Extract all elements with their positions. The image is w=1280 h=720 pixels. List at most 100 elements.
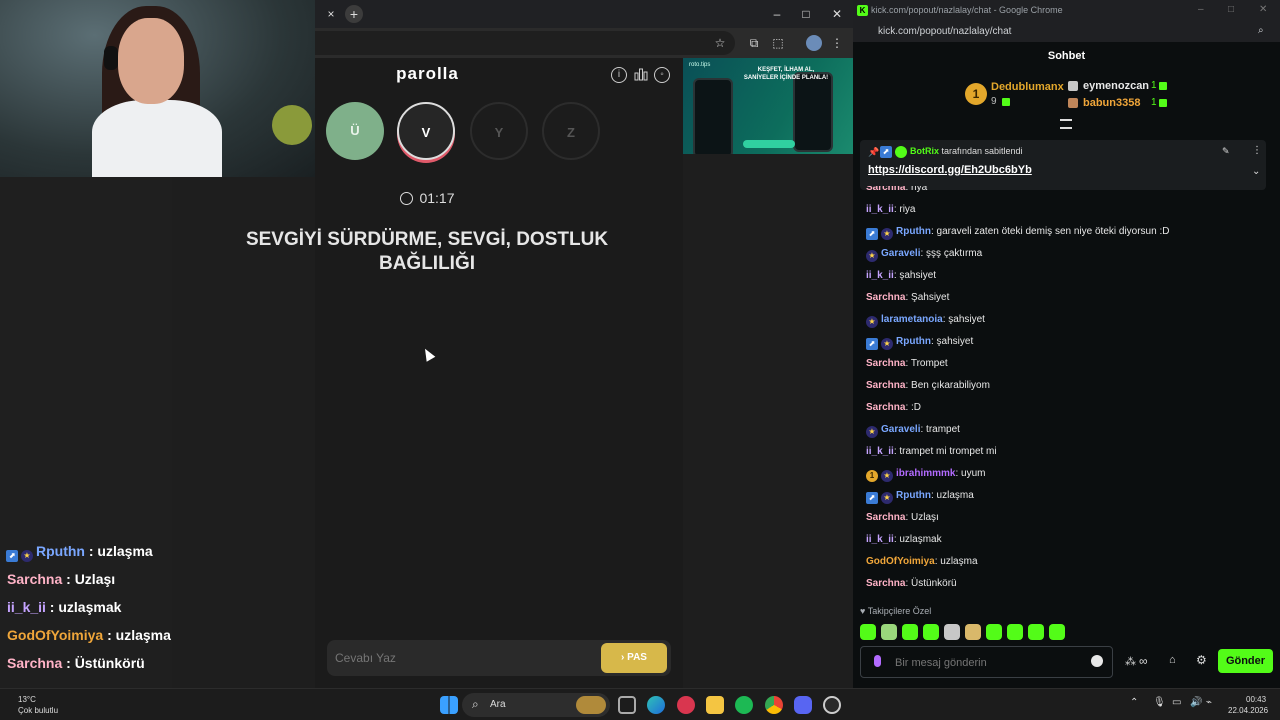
emote-icon[interactable] bbox=[965, 624, 981, 640]
chat-username[interactable]: Sarchna bbox=[866, 380, 905, 391]
chat-username[interactable]: Sarchna bbox=[866, 402, 905, 413]
star-badge-icon: ★ bbox=[881, 492, 893, 504]
chat-username[interactable]: GodOfYoimiya bbox=[866, 556, 935, 567]
chat-message: Sarchna: :D bbox=[866, 402, 921, 413]
letter-circle-done: Ü bbox=[326, 102, 384, 160]
chat-username[interactable]: Sarchna bbox=[866, 578, 905, 589]
chat-username[interactable]: Sarchna bbox=[866, 292, 905, 303]
minimize-button[interactable]: – bbox=[769, 6, 785, 22]
settings-gear-icon[interactable]: ⚙ bbox=[1196, 653, 1207, 667]
emote-icon[interactable] bbox=[1049, 624, 1065, 640]
emote-icon[interactable] bbox=[860, 624, 876, 640]
url-bar[interactable]: kick.com/popout/nazlalay/chat ⌕ bbox=[853, 22, 1280, 42]
chat-popout-window: K kick.com/popout/nazlalay/chat - Google… bbox=[853, 0, 1280, 688]
leader-second-count: 1 bbox=[1151, 80, 1157, 91]
discord-icon[interactable] bbox=[794, 696, 812, 714]
new-tab-button[interactable]: + bbox=[345, 5, 363, 23]
emote-icon[interactable] bbox=[986, 624, 1002, 640]
ad-cta-button[interactable] bbox=[743, 140, 795, 148]
start-windows-icon[interactable] bbox=[440, 696, 458, 714]
clock-time[interactable]: 00:43 bbox=[1246, 695, 1266, 704]
chat-username[interactable]: ii_k_ii bbox=[866, 534, 894, 545]
leader-third-name[interactable]: babun3358 bbox=[1083, 97, 1140, 109]
address-bar[interactable] bbox=[315, 31, 735, 55]
chat-message: ⬈ ★ Rputhn: uzlaşma bbox=[866, 490, 974, 504]
steam-icon[interactable] bbox=[823, 696, 841, 714]
chat-username[interactable]: Sarchna bbox=[866, 358, 905, 369]
file-explorer-icon[interactable] bbox=[706, 696, 724, 714]
followers-only-label: ♥ Takipçilere Özel bbox=[860, 606, 932, 616]
zoom-icon[interactable]: ⌕ bbox=[1258, 25, 1264, 36]
ad-banner[interactable]: roto.tips KEŞFET, İLHAM AL, SANİYELER İÇ… bbox=[683, 58, 853, 154]
clock-date[interactable]: 22.04.2026 bbox=[1228, 706, 1268, 715]
chrome-icon[interactable] bbox=[765, 696, 783, 714]
emote-icon[interactable] bbox=[902, 624, 918, 640]
volume-icon[interactable]: 🔊 bbox=[1190, 697, 1202, 708]
network-icon[interactable]: ▭ bbox=[1172, 697, 1181, 708]
letter-circle-upcoming: Z bbox=[542, 102, 600, 160]
chat-username[interactable]: Sarchna bbox=[866, 186, 905, 193]
emote-icon[interactable] bbox=[923, 624, 939, 640]
answer-input[interactable] bbox=[335, 646, 585, 670]
translate-icon[interactable]: ⧉ bbox=[746, 35, 762, 51]
unpin-icon[interactable]: ✎ bbox=[1222, 146, 1230, 157]
maximize-button[interactable]: □ bbox=[798, 6, 814, 22]
timer: 01:17 bbox=[315, 190, 540, 206]
expand-chevron-icon[interactable]: ⌄ bbox=[1252, 166, 1260, 177]
microphone-icon[interactable] bbox=[874, 655, 881, 667]
pinned-menu-icon[interactable]: ⋮ bbox=[1252, 145, 1262, 156]
spotify-icon[interactable] bbox=[735, 696, 753, 714]
edge-icon[interactable] bbox=[647, 696, 665, 714]
emote-icon[interactable] bbox=[1028, 624, 1044, 640]
infinity-icon[interactable]: ∞ bbox=[1139, 654, 1148, 668]
url-text: kick.com/popout/nazlalay/chat bbox=[878, 26, 1012, 37]
minimize-button[interactable]: – bbox=[1198, 4, 1204, 15]
close-window-button[interactable]: ✕ bbox=[1259, 4, 1267, 15]
send-button[interactable]: Gönder bbox=[1218, 649, 1273, 673]
leader-second-name[interactable]: eymenozcan bbox=[1083, 80, 1149, 92]
rank-2-badge-icon bbox=[1068, 81, 1078, 91]
chat-username[interactable]: ibrahimmmk bbox=[896, 468, 955, 479]
leaderboard: 1 Dedublumanx 9 eymenozcan 1 babun3358 1 bbox=[853, 78, 1280, 118]
store-icon[interactable]: ⌂ bbox=[1169, 654, 1176, 666]
parsec-icon[interactable] bbox=[677, 696, 695, 714]
task-view-icon[interactable] bbox=[618, 696, 636, 714]
chat-username[interactable]: larametanoia bbox=[881, 314, 943, 325]
emote-icon[interactable] bbox=[1007, 624, 1023, 640]
chat-username[interactable]: Rputhn bbox=[896, 226, 931, 237]
chat-username[interactable]: Rputhn bbox=[896, 336, 931, 347]
microphone-tray-icon[interactable]: 🎙 bbox=[1153, 697, 1166, 708]
profile-avatar-icon[interactable] bbox=[806, 35, 822, 51]
info-icon[interactable]: i bbox=[611, 67, 627, 83]
chat-username[interactable]: ii_k_ii bbox=[866, 204, 894, 215]
weather-description[interactable]: Çok bulutlu bbox=[18, 706, 58, 715]
pass-button[interactable]: › PAS bbox=[601, 643, 667, 673]
chat-username[interactable]: Garaveli bbox=[881, 424, 920, 435]
taskbar-search[interactable]: ⌕ Ara bbox=[462, 693, 610, 717]
weather-temp[interactable]: 13°C bbox=[18, 695, 36, 704]
leader-third-count: 1 bbox=[1151, 97, 1157, 108]
tray-app-icon[interactable]: ⌁ bbox=[1206, 697, 1212, 708]
bookmark-star-icon[interactable]: ☆ bbox=[712, 35, 728, 51]
user-icon[interactable]: ◦ bbox=[654, 67, 670, 83]
close-window-button[interactable]: ✕ bbox=[829, 6, 845, 22]
tab-close-button[interactable]: × bbox=[323, 6, 339, 22]
collapse-leaderboard-icon[interactable] bbox=[1060, 119, 1072, 129]
chat-username[interactable]: Sarchna bbox=[866, 512, 905, 523]
kebab-menu-icon[interactable]: ⋮ bbox=[829, 35, 845, 51]
stats-icon[interactable] bbox=[633, 67, 649, 83]
chat-username[interactable]: Garaveli bbox=[881, 248, 920, 259]
message-input[interactable] bbox=[895, 655, 1075, 671]
chat-username[interactable]: Rputhn bbox=[896, 490, 931, 501]
tray-chevron-icon[interactable]: ⌃ bbox=[1130, 697, 1138, 708]
emoji-icon[interactable] bbox=[1091, 655, 1103, 667]
chat-username[interactable]: ii_k_ii bbox=[866, 446, 894, 457]
pinned-link[interactable]: https://discord.gg/Eh2Ubc6bYb bbox=[868, 164, 1032, 176]
pyramid-icon[interactable]: ⁂ bbox=[1125, 655, 1136, 668]
extensions-icon[interactable]: ⬚ bbox=[770, 35, 786, 51]
maximize-button[interactable]: □ bbox=[1228, 4, 1234, 15]
emote-icon[interactable] bbox=[944, 624, 960, 640]
leader-first-name[interactable]: Dedublumanx bbox=[991, 81, 1064, 93]
emote-icon[interactable] bbox=[881, 624, 897, 640]
chat-username[interactable]: ii_k_ii bbox=[866, 270, 894, 281]
